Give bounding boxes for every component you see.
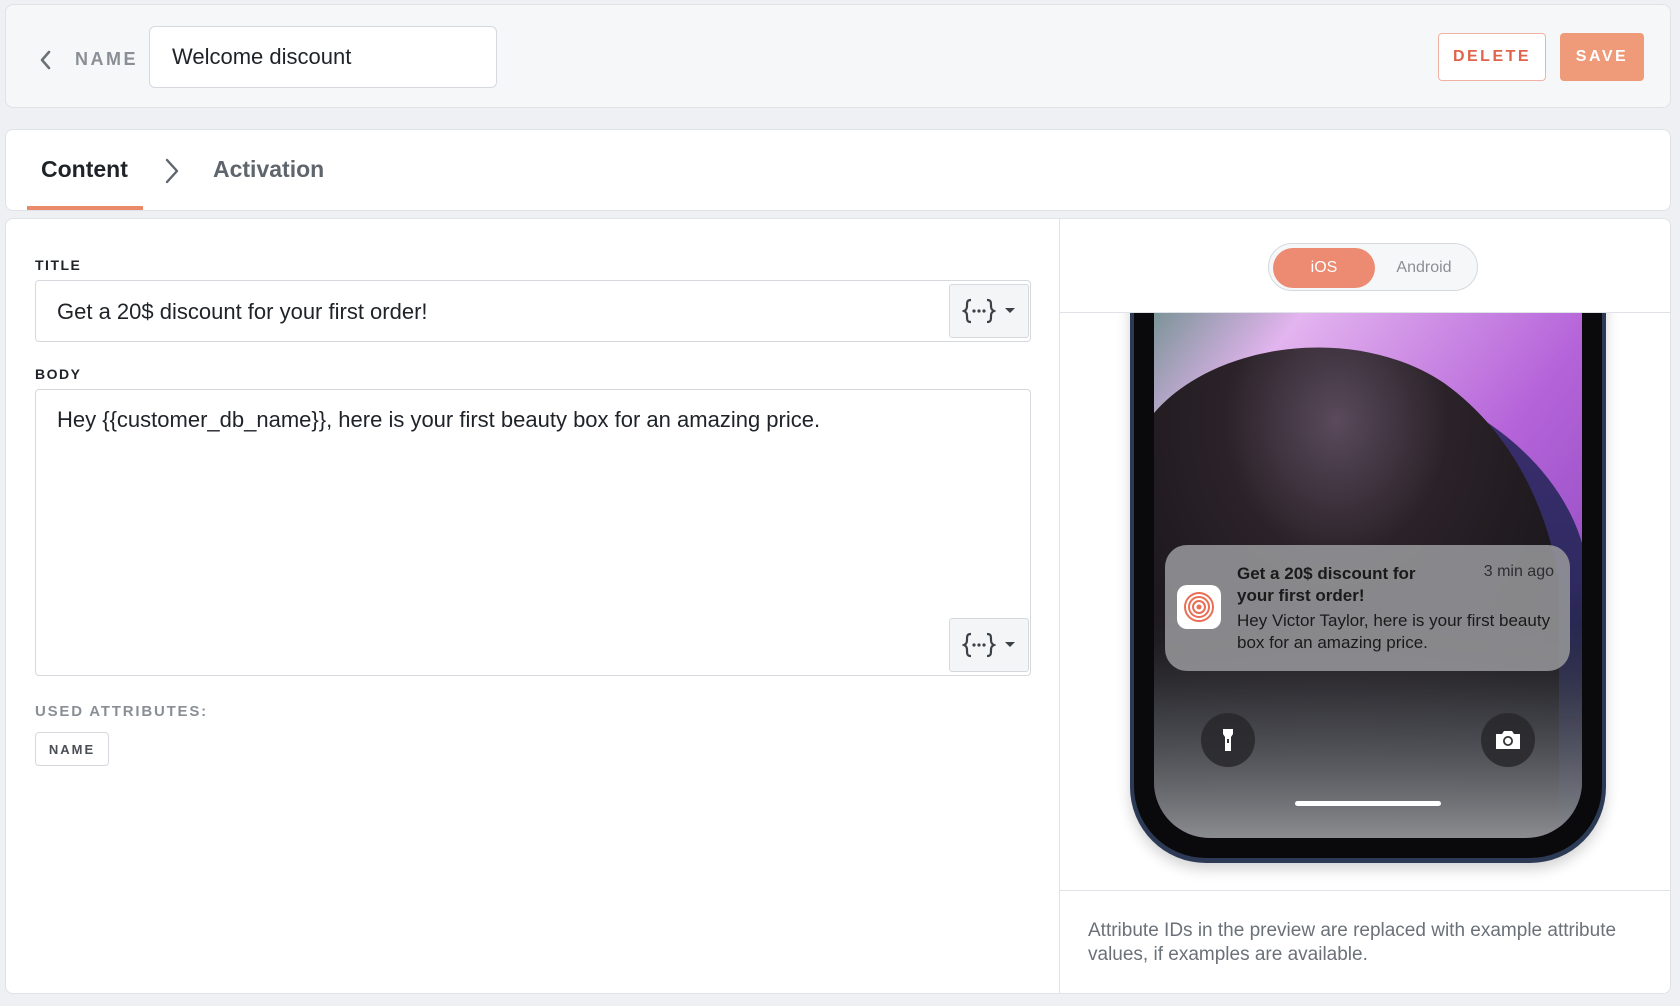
body-value: Hey {{customer_db_name}}, here is your f… (57, 407, 821, 432)
body-insert-attribute-button[interactable] (949, 618, 1029, 672)
delete-button[interactable]: DELETE (1438, 33, 1546, 81)
platform-android-option[interactable]: Android (1373, 248, 1475, 288)
camera-icon (1496, 731, 1520, 749)
tab-activation[interactable]: Activation (213, 156, 324, 183)
home-indicator (1295, 801, 1441, 806)
step-tabs: Content Activation (5, 129, 1671, 211)
title-field[interactable]: Get a 20$ discount for your first order! (35, 280, 1031, 342)
name-input[interactable] (149, 26, 497, 88)
back-button[interactable] (34, 45, 58, 75)
title-insert-attribute-button[interactable] (949, 284, 1029, 338)
phone-preview: Get a 20$ discount for your first order!… (1060, 313, 1670, 890)
tab-content[interactable]: Content (41, 156, 128, 183)
save-button[interactable]: SAVE (1560, 33, 1644, 81)
curly-braces-icon (962, 298, 996, 324)
lock-screen: Get a 20$ discount for your first order!… (1154, 313, 1582, 838)
platform-ios-option[interactable]: iOS (1273, 248, 1375, 288)
caret-down-icon (1005, 642, 1015, 647)
chevron-left-icon (40, 50, 51, 70)
title-label: TITLE (35, 257, 82, 273)
content-editor: TITLE Get a 20$ discount for your first … (5, 218, 1671, 994)
phone-bezel: Get a 20$ discount for your first order!… (1134, 313, 1602, 858)
active-tab-indicator (27, 206, 143, 210)
preview-pane: iOS Android Get a 20$ discount for your … (1059, 219, 1670, 993)
body-label: BODY (35, 366, 82, 382)
used-attributes-label: USED ATTRIBUTES: (35, 703, 208, 720)
flashlight-button (1201, 713, 1255, 767)
app-logo-icon (1177, 585, 1221, 629)
chevron-right-icon (165, 158, 179, 184)
notification-body: Hey Victor Taylor, here is your first be… (1237, 611, 1551, 652)
name-label: NAME (75, 49, 138, 69)
preview-disclaimer: Attribute IDs in the preview are replace… (1088, 920, 1617, 965)
notification-time: 3 min ago (1483, 563, 1554, 580)
attribute-chip: NAME (35, 732, 109, 766)
notification-title: Get a 20$ discount for your first order! (1237, 564, 1416, 605)
phone-frame: Get a 20$ discount for your first order!… (1130, 313, 1606, 863)
title-value: Get a 20$ discount for your first order! (57, 299, 428, 324)
curly-braces-icon (962, 632, 996, 658)
camera-button (1481, 713, 1535, 767)
platform-switch: iOS Android (1268, 243, 1478, 291)
divider (1060, 890, 1670, 891)
content-form: TITLE Get a 20$ discount for your first … (6, 219, 1059, 993)
body-field[interactable]: Hey {{customer_db_name}}, here is your f… (35, 389, 1031, 676)
flashlight-icon (1223, 729, 1233, 751)
push-notification: Get a 20$ discount for your first order!… (1165, 545, 1570, 671)
editor-header: NAME DELETE SAVE (5, 4, 1671, 108)
caret-down-icon (1005, 308, 1015, 313)
